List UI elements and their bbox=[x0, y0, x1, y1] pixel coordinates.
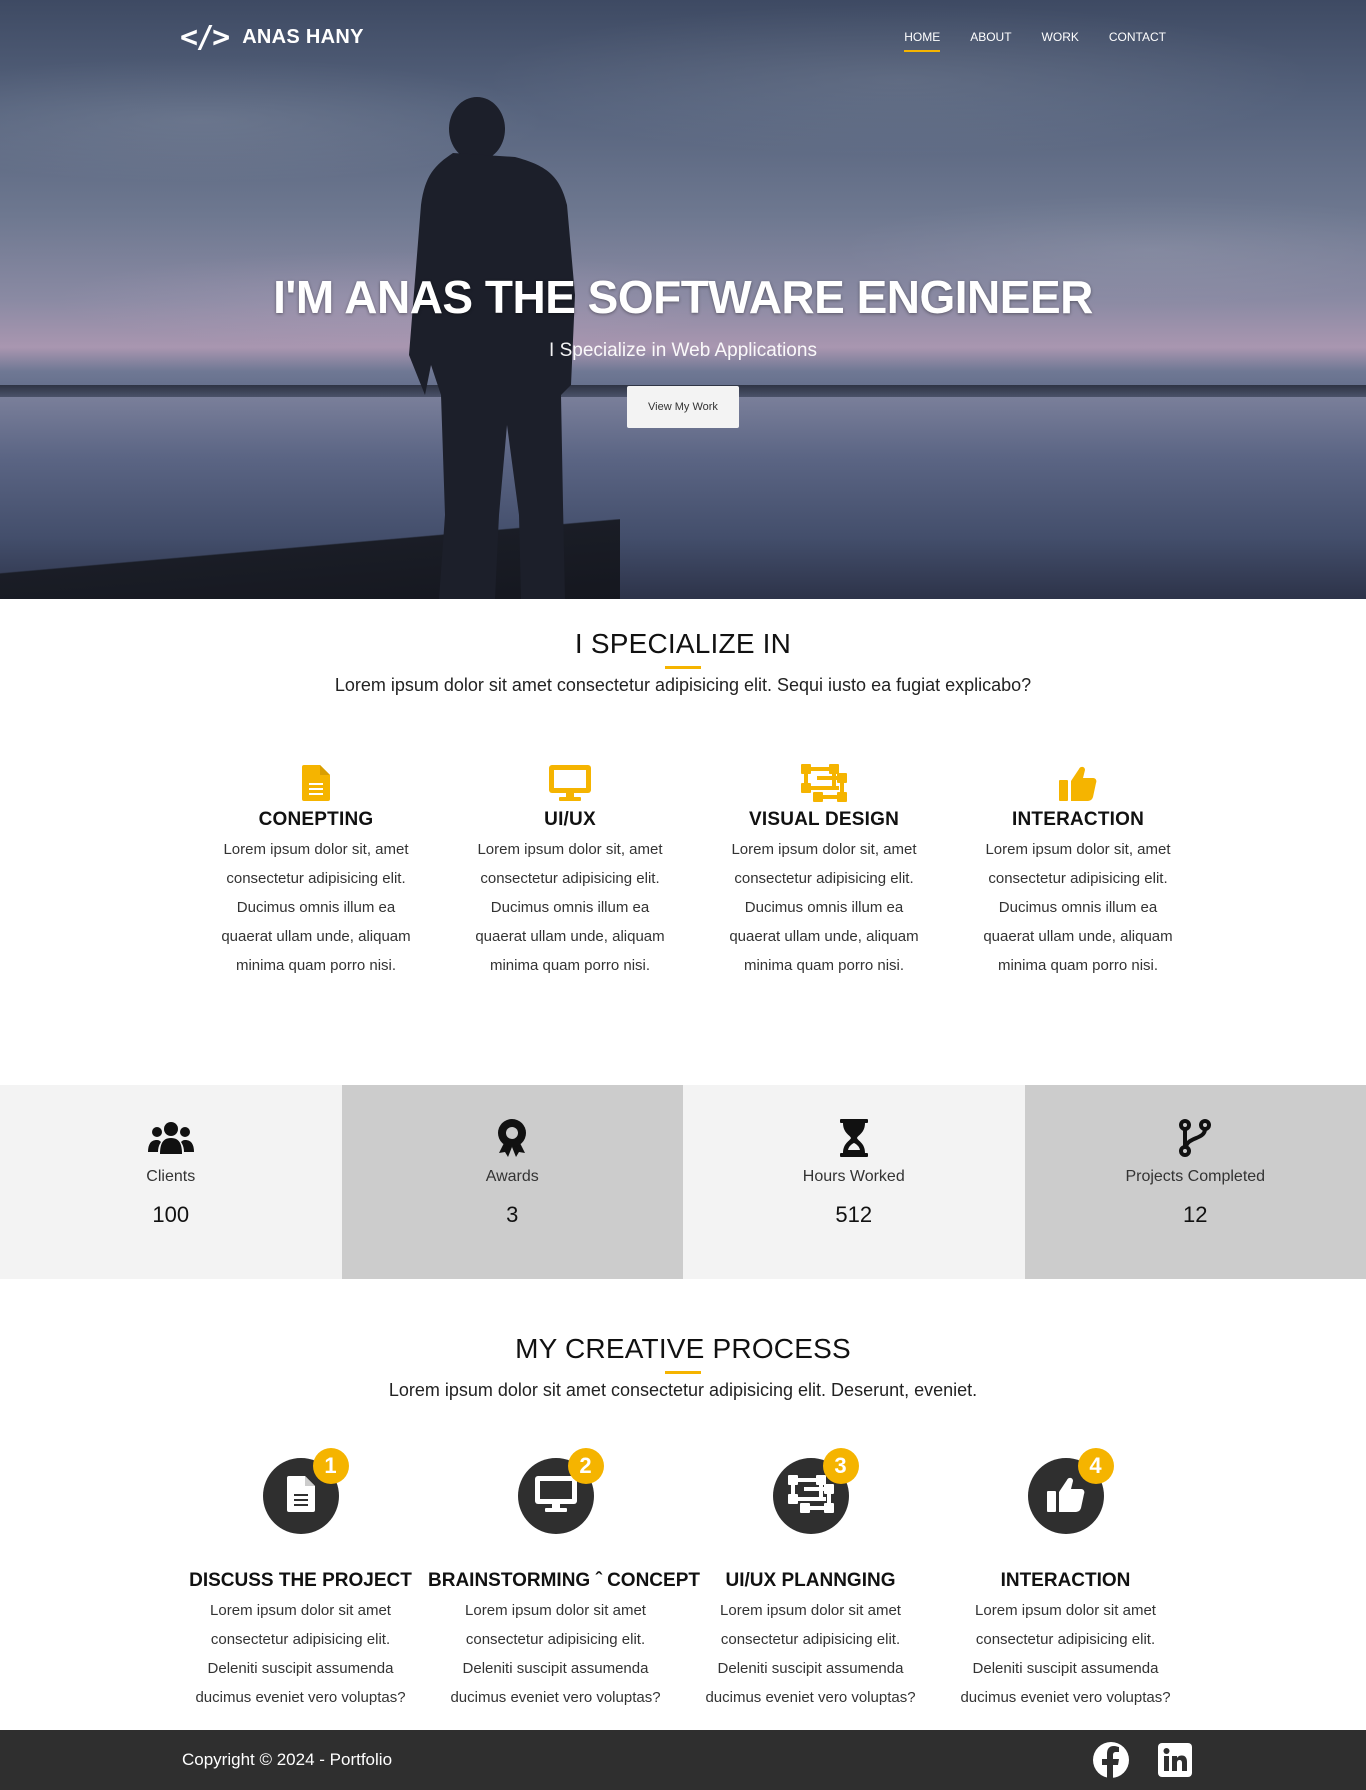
nav-item-about[interactable]: ABOUT bbox=[970, 30, 1011, 50]
process-step: 2 BRAINSTORMING ˆ CONCEPT Lorem ipsum do… bbox=[428, 1448, 700, 1712]
process-step-title: DISCUSS THE PROJECT bbox=[189, 1570, 412, 1591]
stat-value: 12 bbox=[1183, 1202, 1208, 1227]
nav-item-contact[interactable]: CONTACT bbox=[1109, 30, 1166, 50]
nav-links: HOME ABOUT WORK CONTACT bbox=[904, 30, 1166, 52]
view-my-work-button[interactable]: View My Work bbox=[627, 386, 739, 428]
stat-hours-worked: Hours Worked 512 bbox=[683, 1085, 1025, 1279]
process-step: 1 DISCUSS THE PROJECT Lorem ipsum dolor … bbox=[173, 1448, 428, 1712]
hero-section: </> ANAS HANY HOME ABOUT WORK CONTACT I'… bbox=[0, 0, 1366, 599]
step-number-badge: 1 bbox=[312, 1448, 349, 1484]
linkedin-icon[interactable] bbox=[1156, 1741, 1194, 1779]
title-underline bbox=[665, 1371, 701, 1374]
code-branch-icon bbox=[1025, 1118, 1366, 1158]
hourglass-icon bbox=[683, 1118, 1025, 1158]
file-icon bbox=[286, 1475, 315, 1517]
vector-square-icon bbox=[697, 763, 951, 803]
specialize-title: I SPECIALIZE IN bbox=[574, 628, 792, 659]
process-step-title: UI/UX PLANNGING bbox=[725, 1570, 896, 1591]
stat-value: 100 bbox=[152, 1202, 190, 1227]
thumbs-up-icon bbox=[1046, 1476, 1085, 1517]
specialize-item: INTERACTION Lorem ipsum dolor sit, amet … bbox=[951, 763, 1205, 980]
process-grid: 1 DISCUSS THE PROJECT Lorem ipsum dolor … bbox=[173, 1448, 1193, 1712]
process-step-circle: 4 bbox=[1027, 1448, 1114, 1534]
thumbs-up-icon bbox=[951, 763, 1205, 803]
specialize-item-title: UI/UX bbox=[544, 809, 596, 830]
stat-label: Awards bbox=[485, 1168, 539, 1185]
stat-label: Hours Worked bbox=[802, 1168, 905, 1185]
process-step-text: Lorem ipsum dolor sit amet consectetur a… bbox=[195, 1602, 406, 1706]
specialize-item: VISUAL DESIGN Lorem ipsum dolor sit, ame… bbox=[697, 763, 951, 980]
process-step-circle: 3 bbox=[772, 1448, 859, 1534]
nav-item-work[interactable]: WORK bbox=[1042, 30, 1079, 50]
brand-name: ANAS HANY bbox=[242, 26, 364, 48]
specialize-item-title: CONEPTING bbox=[258, 809, 374, 830]
process-description: Lorem ipsum dolor sit amet consectetur a… bbox=[388, 1380, 978, 1400]
process-step-text: Lorem ipsum dolor sit amet consectetur a… bbox=[705, 1602, 916, 1706]
specialize-item-title: INTERACTION bbox=[1011, 809, 1145, 830]
specialize-item-text: Lorem ipsum dolor sit, amet consectetur … bbox=[221, 841, 411, 974]
specialize-description: Lorem ipsum dolor sit amet consectetur a… bbox=[334, 675, 1032, 695]
stat-awards: Awards 3 bbox=[341, 1085, 684, 1279]
social-links bbox=[1092, 1741, 1194, 1779]
process-step: 3 UI/UX PLANNGING Lorem ipsum dolor sit … bbox=[683, 1448, 938, 1712]
vector-square-icon bbox=[787, 1474, 834, 1518]
specialize-section: I SPECIALIZE IN Lorem ipsum dolor sit am… bbox=[0, 628, 1366, 974]
process-step-title: INTERACTION bbox=[1000, 1570, 1131, 1591]
stat-value: 3 bbox=[506, 1202, 519, 1227]
stat-label: Clients bbox=[146, 1168, 196, 1185]
top-navbar: </> ANAS HANY HOME ABOUT WORK CONTACT bbox=[0, 0, 1366, 76]
users-icon bbox=[0, 1118, 342, 1158]
specialize-item-text: Lorem ipsum dolor sit, amet consectetur … bbox=[729, 841, 919, 974]
title-underline bbox=[665, 666, 701, 669]
specialize-item: UI/UX Lorem ipsum dolor sit, amet consec… bbox=[443, 763, 697, 980]
stat-projects-completed: Projects Completed 12 bbox=[1024, 1085, 1366, 1279]
hero-content: I'M ANAS THE SOFTWARE ENGINEER I Special… bbox=[0, 270, 1366, 428]
specialize-item-text: Lorem ipsum dolor sit, amet consectetur … bbox=[475, 841, 665, 974]
copyright-text: Copyright © 2024 - Portfolio bbox=[182, 1750, 393, 1769]
code-logo-icon: </> bbox=[180, 20, 230, 55]
monitor-icon bbox=[443, 763, 697, 803]
specialize-item-text: Lorem ipsum dolor sit, amet consectetur … bbox=[983, 841, 1173, 974]
process-step-text: Lorem ipsum dolor sit amet consectetur a… bbox=[450, 1602, 661, 1706]
process-step-text: Lorem ipsum dolor sit amet consectetur a… bbox=[960, 1602, 1171, 1706]
step-number-badge: 4 bbox=[1077, 1448, 1114, 1484]
process-step: 4 INTERACTION Lorem ipsum dolor sit amet… bbox=[938, 1448, 1193, 1712]
specialize-item-title: VISUAL DESIGN bbox=[748, 809, 900, 830]
award-icon bbox=[342, 1118, 684, 1158]
monitor-icon bbox=[534, 1475, 577, 1517]
file-icon bbox=[189, 763, 443, 803]
stat-clients: Clients 100 bbox=[0, 1085, 342, 1279]
brand[interactable]: </> ANAS HANY bbox=[180, 20, 364, 55]
specialize-grid: CONEPTING Lorem ipsum dolor sit, amet co… bbox=[189, 763, 1205, 980]
process-section: MY CREATIVE PROCESS Lorem ipsum dolor si… bbox=[0, 1333, 1366, 1706]
stats-section: Clients 100 Awards 3 Hours Worked 512 Pr… bbox=[0, 1085, 1366, 1279]
specialize-item: CONEPTING Lorem ipsum dolor sit, amet co… bbox=[189, 763, 443, 980]
footer: Copyright © 2024 - Portfolio bbox=[0, 1730, 1366, 1790]
step-number-badge: 2 bbox=[567, 1448, 604, 1484]
step-number-badge: 3 bbox=[822, 1448, 859, 1484]
process-step-circle: 2 bbox=[517, 1448, 604, 1534]
facebook-icon[interactable] bbox=[1092, 1741, 1130, 1779]
stat-value: 512 bbox=[835, 1202, 873, 1227]
process-title: MY CREATIVE PROCESS bbox=[515, 1333, 851, 1364]
stat-label: Projects Completed bbox=[1125, 1168, 1266, 1185]
nav-item-home[interactable]: HOME bbox=[904, 30, 941, 52]
process-step-title: BRAINSTORMING ˆ CONCEPT bbox=[428, 1570, 700, 1591]
process-step-circle: 1 bbox=[262, 1448, 349, 1534]
hero-title: I'M ANAS THE SOFTWARE ENGINEER bbox=[273, 271, 1093, 323]
hero-subtitle: I Specialize in Web Applications bbox=[549, 340, 817, 361]
